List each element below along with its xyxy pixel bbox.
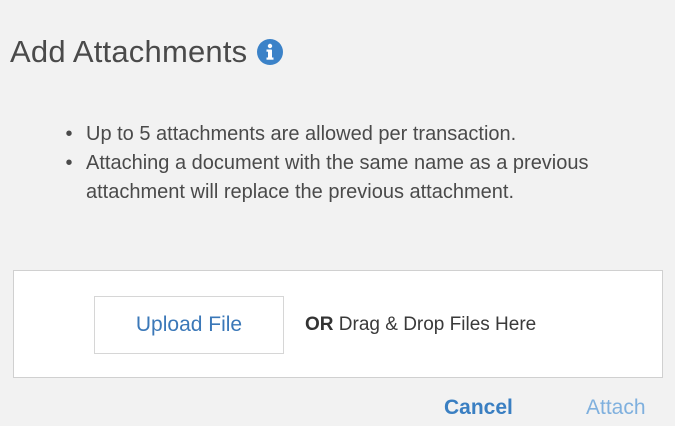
cancel-button[interactable]: Cancel [444,396,513,420]
bullet: • [65,152,73,174]
dialog-header: Add Attachments [10,34,284,70]
upload-file-button[interactable]: Upload File [94,296,284,354]
info-icon[interactable] [257,39,284,65]
drop-instructions: OR Drag & Drop Files Here [305,314,536,336]
drop-label: Drag & Drop Files Here [333,314,537,335]
list-item: • Attaching a document with the same nam… [62,149,662,207]
list-item: • Up to 5 attachments are allowed per tr… [62,120,662,149]
drop-or-label: OR [305,314,334,335]
rule-text: Up to 5 attachments are allowed per tran… [86,123,517,145]
rule-text: Attaching a document with the same name … [86,152,589,203]
bullet: • [65,123,73,145]
attach-button[interactable]: Attach [586,396,646,420]
attachment-rules-list: • Up to 5 attachments are allowed per tr… [62,120,662,207]
add-attachments-dialog: Add Attachments • Up to 5 attachments ar… [0,0,675,426]
file-drop-zone[interactable]: Upload File OR Drag & Drop Files Here [13,270,663,378]
dialog-title: Add Attachments [10,34,248,69]
